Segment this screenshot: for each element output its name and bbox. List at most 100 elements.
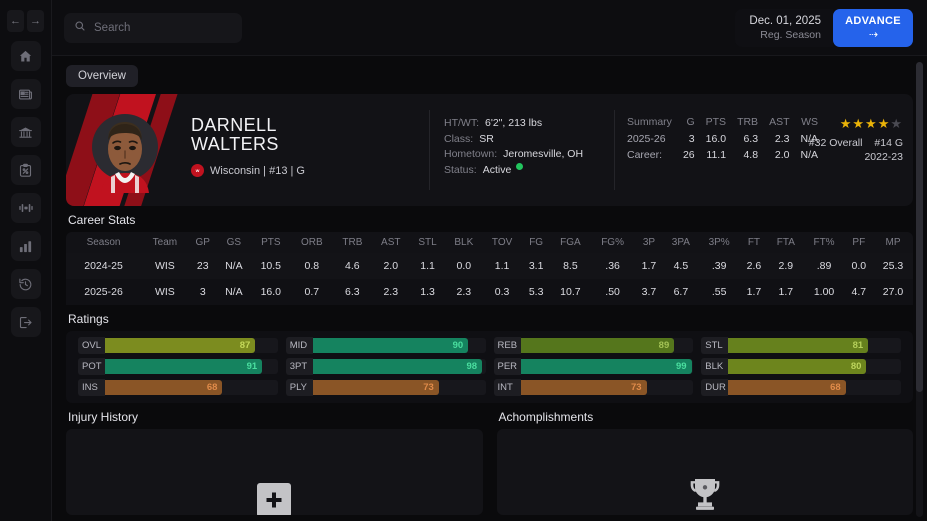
career-stats-table: SeasonTeamGPGSPTSORBTRBASTSTLBLKTOVFGFGA… — [66, 232, 913, 305]
stats-header: BLK — [445, 232, 482, 253]
rating-dur[interactable]: DUR68 — [697, 379, 905, 396]
topbar: Search Dec. 01, 2025 Reg. Season ADVANCE… — [52, 0, 927, 56]
sidebar-item-bank[interactable] — [11, 117, 41, 147]
rating-track: 89 — [521, 338, 694, 353]
scrollbar[interactable] — [916, 62, 923, 517]
stats-header: TOV — [482, 232, 522, 253]
ratings-row: OVL87MID90REB89STL81 — [74, 337, 905, 354]
bio-value: SR — [479, 132, 494, 148]
rating-int[interactable]: INT73 — [490, 379, 698, 396]
sidebar-item-clipboard[interactable] — [11, 155, 41, 185]
rating-reb[interactable]: REB89 — [490, 337, 698, 354]
stats-header: PTS — [251, 232, 291, 253]
injury-history-panel: Injury History — [66, 403, 483, 515]
career-stats-title: Career Stats — [66, 206, 913, 232]
stats-header: 3P% — [699, 232, 740, 253]
stats-header: GP — [189, 232, 217, 253]
topbar-right: Dec. 01, 2025 Reg. Season ADVANCE ⇢ — [735, 9, 913, 47]
rating-track: 98 — [313, 359, 486, 374]
rating-track: 68 — [728, 380, 901, 395]
sidebar-item-roster[interactable] — [11, 193, 41, 223]
search-placeholder: Search — [94, 22, 130, 34]
rating-per[interactable]: PER99 — [490, 358, 698, 375]
search-input[interactable]: Search — [64, 13, 242, 43]
team-logo-icon: W — [191, 164, 204, 177]
main-area: Search Dec. 01, 2025 Reg. Season ADVANCE… — [52, 0, 927, 521]
ratings-row: POT913PT98PER99BLK80 — [74, 358, 905, 375]
sidebar-item-news[interactable] — [11, 79, 41, 109]
rating-pot[interactable]: POT91 — [74, 358, 282, 375]
accomplishments-title: Achomplishments — [497, 403, 914, 429]
bio-row: Status: Active — [444, 163, 614, 179]
rating-label: BLK — [701, 358, 728, 375]
rating-fill: 87 — [105, 338, 255, 353]
back-button[interactable]: ← — [7, 10, 24, 32]
rating-track: 87 — [105, 338, 278, 353]
rating-fill: 73 — [313, 380, 439, 395]
stats-header: GS — [217, 232, 251, 253]
rating-fill: 89 — [521, 338, 675, 353]
position-rank: #14 G — [874, 137, 903, 149]
sidebar: ← → — [0, 0, 52, 521]
rating-label: PER — [494, 358, 521, 375]
recruiting-rating: ★★★★★ #32 Overall #14 G 2022-23 — [793, 94, 913, 206]
rating-fill: 80 — [728, 359, 866, 374]
rating-mid[interactable]: MID90 — [282, 337, 490, 354]
history-icon — [18, 277, 33, 292]
injury-history-title: Injury History — [66, 403, 483, 429]
scrollbar-thumb[interactable] — [916, 62, 923, 392]
tab-overview[interactable]: Overview — [66, 65, 138, 87]
team-label: Wisconsin | #13 | G — [210, 165, 305, 177]
news-icon — [18, 87, 33, 102]
summary-row: 2025-26 3 16.0 6.3 2.3 N/A — [627, 131, 818, 147]
rating-label: OVL — [78, 337, 105, 354]
rating-blk[interactable]: BLK80 — [697, 358, 905, 375]
sidebar-item-history[interactable] — [11, 269, 41, 299]
stats-header: FG — [522, 232, 550, 253]
rating-fill: 73 — [521, 380, 647, 395]
stats-header: Season — [66, 232, 141, 253]
rating-ins[interactable]: INS68 — [74, 379, 282, 396]
stats-header: ORB — [291, 232, 333, 253]
rating-ply[interactable]: PLY73 — [282, 379, 490, 396]
rating-stl[interactable]: STL81 — [697, 337, 905, 354]
accomplishments-body — [497, 429, 914, 515]
exit-icon — [18, 315, 33, 330]
star-icon: ★ — [878, 116, 891, 131]
overall-rank: #32 Overall — [809, 137, 863, 149]
summary-header: PTS — [695, 116, 726, 131]
rating-label: POT — [78, 358, 105, 375]
forward-button[interactable]: → — [27, 10, 44, 32]
season-phase: Reg. Season — [749, 29, 821, 41]
sidebar-item-exit[interactable] — [11, 307, 41, 337]
status-badge — [516, 163, 523, 170]
bottom-panels: Injury History Achomplishments — [66, 403, 913, 515]
bio-row: HT/WT: 6'2", 213 lbs — [444, 116, 614, 132]
recruit-class-year: 2022-23 — [793, 151, 903, 163]
bio-key: Status: — [444, 163, 477, 179]
accomplishments-panel: Achomplishments — [497, 403, 914, 515]
ratings-panel: OVL87MID90REB89STL81POT913PT98PER99BLK80… — [66, 331, 913, 403]
rating-ovl[interactable]: OVL87 — [74, 337, 282, 354]
rating-label: INT — [494, 379, 521, 396]
star-icon: ★ — [852, 116, 865, 131]
stats-header: FT% — [803, 232, 844, 253]
summary-header: TRB — [726, 116, 758, 131]
roster-icon — [18, 200, 34, 216]
search-icon — [74, 19, 86, 37]
rating-label: INS — [78, 379, 105, 396]
stats-header: 3P — [635, 232, 663, 253]
current-date: Dec. 01, 2025 — [749, 15, 821, 27]
table-row[interactable]: 2024-25WIS23N/A10.50.84.62.01.10.01.13.1… — [66, 253, 913, 279]
advance-button[interactable]: ADVANCE ⇢ — [833, 9, 913, 47]
stats-header: FTA — [768, 232, 803, 253]
sidebar-item-stats[interactable] — [11, 231, 41, 261]
rating-track: 68 — [105, 380, 278, 395]
summary-header: Summary — [627, 116, 672, 131]
bank-icon — [18, 125, 33, 140]
rating-3pt[interactable]: 3PT98 — [282, 358, 490, 375]
table-row[interactable]: 2025-26WIS3N/A16.00.76.32.31.32.30.35.31… — [66, 279, 913, 305]
bio-value: 6'2", 213 lbs — [485, 116, 542, 132]
player-first-name: DARNELL — [191, 116, 429, 135]
sidebar-item-home[interactable] — [11, 41, 41, 71]
